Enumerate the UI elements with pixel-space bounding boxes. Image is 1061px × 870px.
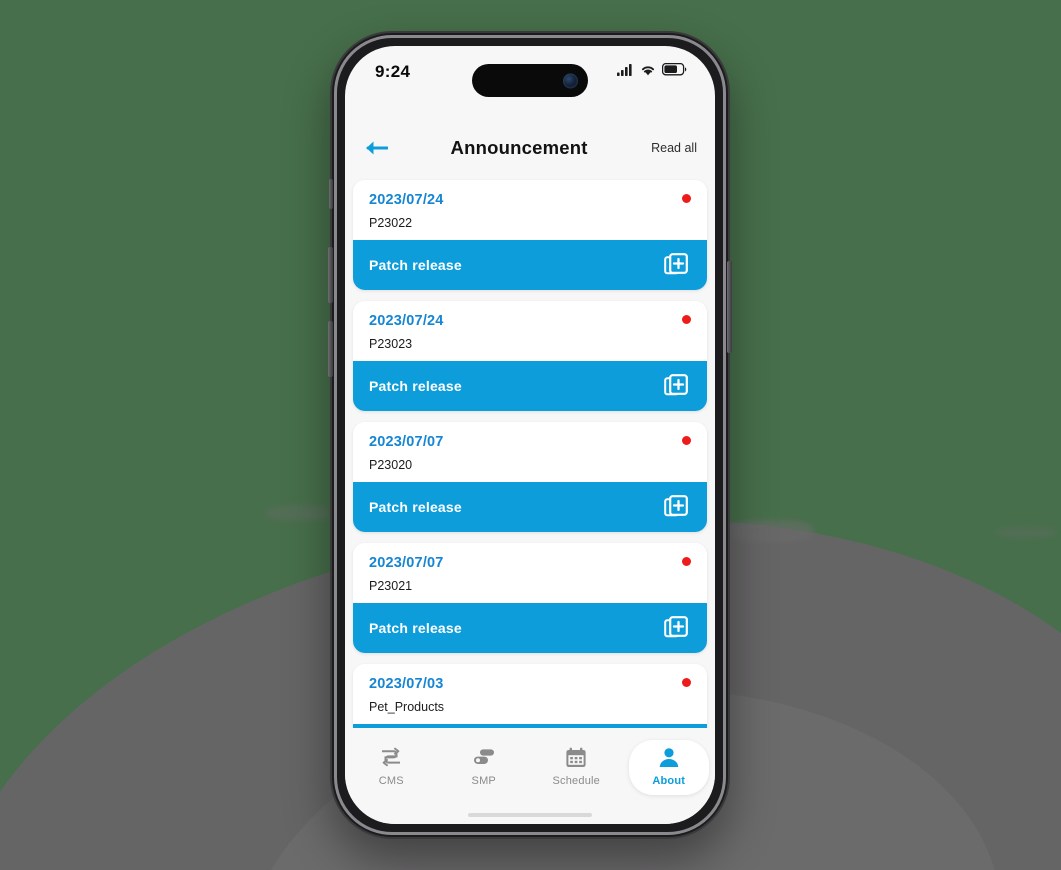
- unread-indicator-dot: [682, 194, 691, 203]
- announcement-card[interactable]: 2023/07/24 P23023 Patch release: [353, 301, 707, 411]
- volume-down-button[interactable]: [328, 321, 333, 377]
- background-smudge: [265, 505, 331, 521]
- person-icon: [657, 746, 681, 768]
- copy-add-document-icon[interactable]: [663, 615, 689, 641]
- phone-screen: 9:24 Announcement Read all 2023/07/24 P2…: [345, 46, 715, 824]
- screenshot-stage: 9:24 Announcement Read all 2023/07/24 P2…: [0, 0, 1061, 870]
- nav-label-smp: SMP: [471, 775, 496, 787]
- home-indicator[interactable]: [468, 813, 592, 817]
- smp-icon: [472, 746, 496, 768]
- bottom-navigation-bar: CMS SMP Schedule About: [345, 728, 715, 824]
- announcement-action-bar[interactable]: Patch release: [353, 361, 707, 411]
- phone-mockup: 9:24 Announcement Read all 2023/07/24 P2…: [328, 31, 732, 839]
- announcement-list[interactable]: 2023/07/24 P23022 Patch release 2023/07/…: [345, 174, 715, 728]
- unread-indicator-dot: [682, 678, 691, 687]
- announcement-card-info: 2023/07/24 P23023: [353, 301, 707, 361]
- announcement-date: 2023/07/07: [369, 434, 444, 450]
- calendar-icon: [564, 746, 588, 768]
- announcement-action-bar[interactable]: Patch release: [353, 482, 707, 532]
- background-smudge: [730, 520, 814, 542]
- battery-icon: [661, 62, 687, 81]
- cms-icon: [379, 746, 403, 768]
- nav-item-cms[interactable]: CMS: [351, 740, 432, 795]
- announcement-card[interactable]: 2023/07/07 P23020 Patch release: [353, 422, 707, 532]
- status-bar-clock: 9:24: [375, 62, 411, 81]
- app-header: Announcement Read all: [345, 124, 715, 172]
- volume-up-button[interactable]: [328, 247, 333, 303]
- announcement-card[interactable]: 2023/07/03 Pet_Products Skin release: [353, 664, 707, 728]
- silent-switch-button[interactable]: [329, 179, 333, 209]
- announcement-code: P23023: [369, 337, 413, 351]
- nav-label-about: About: [652, 775, 686, 787]
- announcement-card-info: 2023/07/03 Pet_Products: [353, 664, 707, 724]
- read-all-button[interactable]: Read all: [651, 141, 697, 155]
- announcement-action-bar[interactable]: Patch release: [353, 603, 707, 653]
- announcement-date: 2023/07/07: [369, 555, 444, 571]
- unread-indicator-dot: [682, 557, 691, 566]
- announcement-date: 2023/07/24: [369, 192, 444, 208]
- announcement-action-label: Patch release: [369, 257, 462, 273]
- announcement-code: P23022: [369, 216, 413, 230]
- announcement-action-label: Patch release: [369, 378, 462, 394]
- announcement-date: 2023/07/03: [369, 676, 444, 692]
- background-smudge: [880, 800, 916, 812]
- nav-label-schedule: Schedule: [552, 775, 600, 787]
- announcement-card[interactable]: 2023/07/07 P23021 Patch release: [353, 543, 707, 653]
- status-bar-icons: [617, 62, 687, 81]
- announcement-card[interactable]: 2023/07/24 P23022 Patch release: [353, 180, 707, 290]
- unread-indicator-dot: [682, 315, 691, 324]
- announcement-card-info: 2023/07/07 P23020: [353, 422, 707, 482]
- nav-item-about[interactable]: About: [628, 740, 709, 795]
- power-button[interactable]: [727, 261, 732, 353]
- copy-add-document-icon[interactable]: [663, 373, 689, 399]
- page-title: Announcement: [450, 137, 588, 158]
- wifi-icon: [640, 63, 656, 81]
- announcement-code: P23020: [369, 458, 413, 472]
- nav-label-cms: CMS: [378, 775, 404, 787]
- nav-item-smp[interactable]: SMP: [444, 740, 525, 795]
- announcement-card-info: 2023/07/24 P23022: [353, 180, 707, 240]
- nav-item-schedule[interactable]: Schedule: [536, 740, 617, 795]
- announcement-action-bar[interactable]: Patch release: [353, 240, 707, 290]
- announcement-action-label: Patch release: [369, 499, 462, 515]
- announcement-code: P23021: [369, 579, 413, 593]
- copy-add-document-icon[interactable]: [663, 252, 689, 278]
- copy-add-document-icon[interactable]: [663, 494, 689, 520]
- status-bar: 9:24: [345, 46, 715, 98]
- announcement-code: Pet_Products: [369, 700, 445, 714]
- announcement-card-info: 2023/07/07 P23021: [353, 543, 707, 603]
- announcement-action-label: Patch release: [369, 620, 462, 636]
- unread-indicator-dot: [682, 436, 691, 445]
- background-smudge: [995, 527, 1057, 538]
- announcement-date: 2023/07/24: [369, 313, 444, 329]
- cellular-signal-icon: [617, 63, 634, 81]
